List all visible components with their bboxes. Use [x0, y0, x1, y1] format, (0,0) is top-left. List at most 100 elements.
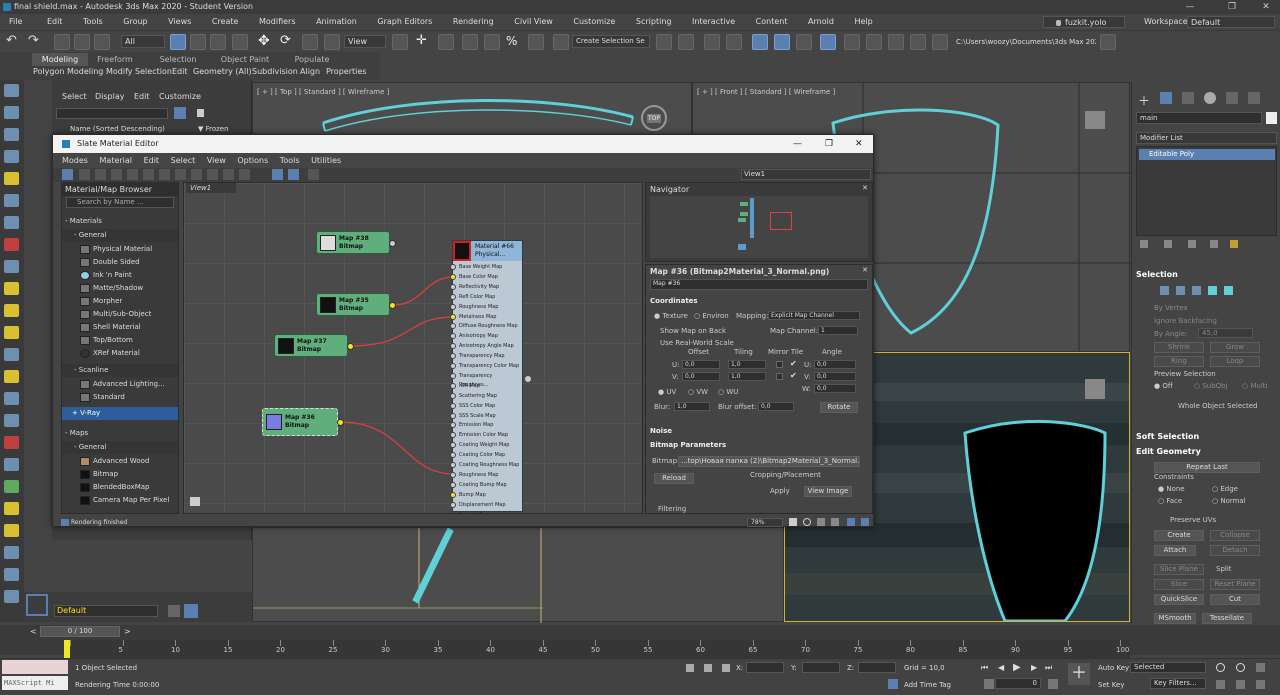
wu-radio[interactable]: ○ WU	[718, 388, 738, 396]
sme-view-dropdown[interactable]: View1	[741, 169, 871, 180]
node-output-socket[interactable]	[347, 343, 354, 350]
key-selection-dropdown[interactable]: Selected	[1130, 662, 1206, 673]
workspaces-dropdown[interactable]: Default	[1187, 16, 1275, 28]
material-item[interactable]: Morpher	[62, 295, 178, 308]
isolate-icon[interactable]	[704, 664, 712, 672]
named-selection-dropdown[interactable]: Create Selection Se	[572, 35, 650, 48]
set-key-button[interactable]: Set Key	[1098, 681, 1124, 689]
by-vertex-checkbox[interactable]: By Vertex	[1154, 304, 1188, 312]
fov-icon[interactable]	[1216, 680, 1225, 689]
material-item[interactable]: Shell Material	[62, 321, 178, 334]
constraint-normal-radio[interactable]: ○ Normal	[1212, 497, 1246, 505]
key-filters-button[interactable]: Key Filters...	[1150, 678, 1206, 689]
msmooth-button[interactable]: MSmooth	[1154, 613, 1196, 624]
material-item[interactable]: Multi/Sub-Object	[62, 308, 178, 321]
time-slider-prev[interactable]: <	[30, 627, 37, 636]
preview-multi-radio[interactable]: ○ Multi	[1242, 382, 1267, 390]
bitmap-params-rollout[interactable]: Bitmap Parameters	[650, 441, 726, 449]
menu-arnold[interactable]: Arnold	[808, 14, 834, 30]
command-icon-2[interactable]	[4, 84, 19, 97]
material-slot[interactable]: Transparency Roughnes...	[450, 372, 521, 388]
sme-assign-icon[interactable]	[95, 169, 106, 180]
params-close-icon[interactable]: ✕	[862, 266, 868, 274]
node-view[interactable]: View1 Map #38 Bitmap Map #35 Bitmap Map …	[183, 182, 643, 514]
time-slider-next[interactable]: >	[124, 627, 131, 636]
slot-input-socket[interactable]	[450, 264, 456, 270]
maximize-button[interactable]: ❐	[1218, 0, 1246, 14]
map-name-field[interactable]: Map #36	[650, 279, 868, 290]
material-slot[interactable]: Coating Roughness Map	[450, 461, 521, 470]
map-item[interactable]: Bitmap	[62, 468, 178, 481]
viewport-layout-icon[interactable]	[26, 594, 48, 616]
material-editor-icon[interactable]	[820, 34, 836, 50]
current-frame-field[interactable]: 0	[995, 678, 1041, 689]
material-item[interactable]: Matte/Shadow	[62, 282, 178, 295]
slot-input-socket[interactable]	[450, 452, 456, 459]
slot-input-socket[interactable]	[450, 372, 456, 379]
prev-frame-icon[interactable]: ◀	[998, 663, 1004, 672]
set-key-big-icon[interactable]: ＋	[1068, 663, 1090, 685]
sme-menu-tools[interactable]: Tools	[280, 153, 300, 168]
modify-tab-icon[interactable]	[1160, 92, 1172, 104]
menu-edit[interactable]: Edit	[47, 14, 63, 30]
keyboard-shortcut-icon[interactable]	[438, 34, 454, 50]
vray-group[interactable]: + V-Ray	[62, 407, 178, 420]
material-item[interactable]: Advanced Lighting...	[62, 378, 178, 391]
select-by-name-icon[interactable]	[190, 34, 206, 50]
material-slot[interactable]: Coating Weight Map	[450, 441, 521, 450]
y-coordinate-field[interactable]	[802, 662, 840, 673]
coordinates-rollout[interactable]: Coordinates	[650, 297, 698, 305]
reload-button[interactable]: Reload	[654, 473, 694, 484]
by-angle-field[interactable]: 45,0	[1198, 328, 1253, 338]
ribbon-edit[interactable]: Edit	[172, 67, 188, 76]
add-time-tag-button[interactable]: Add Time Tag	[904, 681, 951, 689]
material-slot[interactable]: Roughness Map	[450, 303, 521, 312]
texture-radio[interactable]: ● Texture	[654, 312, 688, 320]
next-frame-icon[interactable]: ▶	[1031, 663, 1037, 672]
curve-editor-icon[interactable]	[774, 34, 790, 50]
scene-explorer-icon[interactable]	[704, 34, 720, 50]
slot-input-socket[interactable]	[450, 501, 456, 508]
scene-menu-display[interactable]: Display	[95, 92, 125, 101]
command-icon-13[interactable]	[4, 326, 19, 339]
sme-layout-vertical-icon[interactable]	[288, 169, 299, 180]
move-icon[interactable]: ✥	[258, 34, 274, 50]
frame-ruler[interactable]: 0510152025303540455055606570758085909510…	[66, 640, 1130, 658]
mirror-icon[interactable]	[656, 34, 672, 50]
layer-toggle-icon[interactable]	[184, 604, 198, 618]
ignore-backfacing-checkbox[interactable]: Ignore Backfacing	[1154, 317, 1217, 325]
pivot-center-icon[interactable]	[392, 34, 408, 50]
go-start-icon[interactable]: ⏮	[981, 663, 988, 673]
rotate-button[interactable]: Rotate	[820, 402, 858, 413]
menu-graph-editors[interactable]: Graph Editors	[377, 14, 432, 30]
menu-animation[interactable]: Animation	[316, 14, 357, 30]
repeat-last-button[interactable]: Repeat Last	[1154, 462, 1260, 473]
scene-menu-customize[interactable]: Customize	[159, 92, 201, 101]
slice-plane-button[interactable]: Slice Plane	[1154, 564, 1204, 575]
material-slot[interactable]: Anisotropy Angle Map	[450, 342, 521, 351]
sme-layout-all-icon[interactable]	[191, 169, 202, 180]
u-tile-checkbox[interactable]: ✔	[790, 359, 797, 368]
material-item[interactable]: Double Sided	[62, 256, 178, 269]
material-slot[interactable]: Coating Color Map	[450, 451, 521, 460]
uv-radio[interactable]: ● UV	[658, 388, 676, 396]
left-viewport[interactable]	[252, 527, 784, 623]
quickslice-button[interactable]: QuickSlice	[1154, 594, 1204, 605]
project-folder-icon[interactable]	[1100, 34, 1116, 50]
filter-icon[interactable]	[174, 107, 186, 119]
sme-maximize-button[interactable]: ❐	[825, 135, 833, 153]
material-slot[interactable]: Reflectivity Map	[450, 283, 521, 292]
menu-group[interactable]: Group	[123, 14, 147, 30]
constraint-none-radio[interactable]: ● None	[1158, 485, 1185, 493]
ring-button[interactable]: Ring	[1154, 356, 1204, 367]
detach-button[interactable]: Detach	[1210, 545, 1260, 556]
constraint-face-radio[interactable]: ○ Face	[1158, 497, 1182, 505]
schematic-view-icon[interactable]	[796, 34, 812, 50]
absolute-mode-icon[interactable]	[722, 664, 730, 672]
layer-manager-icon[interactable]	[168, 605, 180, 617]
rect-selection-icon[interactable]	[210, 34, 226, 50]
zoom-icon[interactable]	[1216, 663, 1225, 672]
command-icon-17[interactable]	[4, 414, 19, 427]
bitmap-path-button[interactable]: ...top\Новая папка (2)\Bitmap2Material_3…	[678, 456, 860, 467]
slot-input-socket[interactable]	[450, 343, 456, 350]
